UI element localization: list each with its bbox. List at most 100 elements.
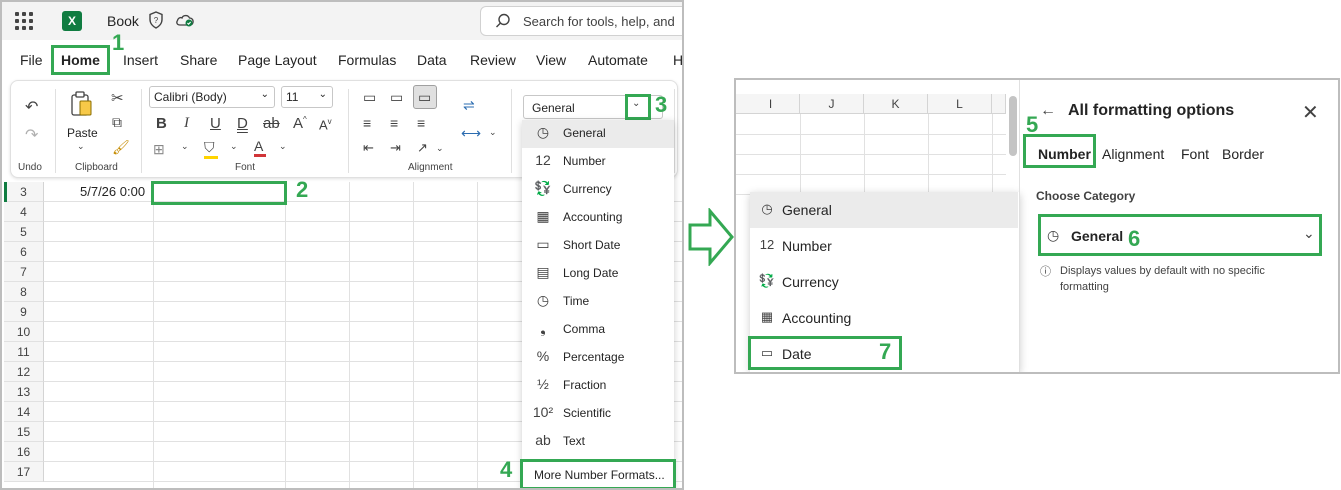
- menu-item-short-date[interactable]: ▭ Short Date: [522, 232, 674, 260]
- menu-item-long-date[interactable]: ▤ Long Date: [522, 260, 674, 288]
- align-center-icon[interactable]: ≡: [390, 115, 398, 131]
- highlight-cell-b3[interactable]: [151, 181, 287, 205]
- align-bottom-button[interactable]: ▭: [413, 85, 437, 109]
- row-header[interactable]: 3: [4, 182, 44, 202]
- fill-color-icon[interactable]: ⛉: [204, 139, 218, 159]
- chevron-down-icon[interactable]: ⌄: [489, 127, 497, 138]
- chevron-down-icon[interactable]: ⌄: [436, 143, 444, 154]
- tab-insert[interactable]: Insert: [123, 52, 158, 68]
- align-middle-icon[interactable]: ▭: [390, 89, 403, 106]
- vertical-scrollbar[interactable]: [1009, 96, 1017, 156]
- format-painter-icon[interactable]: 🖌: [112, 139, 130, 156]
- menu-item-currency[interactable]: 💱 Currency: [522, 176, 674, 204]
- category-item-general[interactable]: ◷ General: [750, 192, 1018, 228]
- menu-item-comma[interactable]: ❟ Comma: [522, 316, 674, 344]
- undo-icon[interactable]: ↶: [25, 97, 38, 117]
- row-header[interactable]: 12: [4, 362, 44, 382]
- chevron-down-icon[interactable]: ⌄: [230, 141, 238, 152]
- cut-icon[interactable]: ✂: [111, 89, 124, 107]
- font-color-icon[interactable]: A: [254, 138, 266, 157]
- menu-item-percentage[interactable]: % Percentage: [522, 344, 674, 372]
- menu-item-accounting[interactable]: ▦ Accounting: [522, 204, 674, 232]
- row-header[interactable]: 7: [4, 262, 44, 282]
- row-header[interactable]: 6: [4, 242, 44, 262]
- cloud-saved-icon[interactable]: [175, 12, 195, 28]
- chevron-down-icon[interactable]: ⌄: [181, 141, 189, 152]
- increase-font-icon[interactable]: A^: [293, 115, 307, 132]
- row-header[interactable]: 11: [4, 342, 44, 362]
- row-header[interactable]: 5: [4, 222, 44, 242]
- tab-page-layout[interactable]: Page Layout: [238, 52, 317, 68]
- align-top-icon[interactable]: ▭: [363, 89, 376, 106]
- col-header-l[interactable]: L: [928, 94, 992, 114]
- category-item-currency[interactable]: 💱 Currency: [750, 264, 1018, 300]
- number-format-value: General: [532, 101, 575, 115]
- shield-icon[interactable]: ?: [148, 11, 164, 29]
- tab-view[interactable]: View: [536, 52, 566, 68]
- app-launcher-icon[interactable]: [15, 12, 33, 30]
- row-header[interactable]: 9: [4, 302, 44, 322]
- italic-icon[interactable]: I: [184, 115, 189, 132]
- cell-a3[interactable]: 5/7/26 0:00: [80, 184, 145, 199]
- copy-icon[interactable]: ⧉: [112, 114, 122, 131]
- close-icon[interactable]: ✕: [1302, 100, 1319, 125]
- row-header[interactable]: 14: [4, 402, 44, 422]
- pane-tab-font[interactable]: Font: [1181, 146, 1209, 162]
- category-item-accounting[interactable]: ▦ Accounting: [750, 300, 1018, 336]
- merge-cells-icon[interactable]: ⟷: [461, 125, 481, 142]
- back-arrow-icon[interactable]: ←: [1040, 102, 1056, 120]
- decrease-indent-icon[interactable]: ⇤: [363, 140, 374, 156]
- align-right-icon[interactable]: ≡: [417, 115, 425, 131]
- highlight-number-tab: [1023, 134, 1096, 168]
- align-left-icon[interactable]: ≡: [363, 115, 371, 131]
- menu-item-label: Comma: [563, 322, 606, 336]
- row-header[interactable]: 13: [4, 382, 44, 402]
- wrap-text-icon[interactable]: ⇌: [463, 97, 475, 114]
- search-box[interactable]: Search for tools, help, and: [480, 6, 682, 36]
- row-header[interactable]: 17: [4, 462, 44, 482]
- tab-formulas[interactable]: Formulas: [338, 52, 396, 68]
- pane-tab-alignment[interactable]: Alignment: [1102, 146, 1164, 162]
- bold-icon[interactable]: B: [156, 115, 167, 132]
- tab-file[interactable]: File: [20, 52, 43, 68]
- menu-item-fraction[interactable]: ½ Fraction: [522, 372, 674, 400]
- paste-chevron-icon[interactable]: ⌄: [77, 141, 85, 152]
- row-header[interactable]: 15: [4, 422, 44, 442]
- paste-icon[interactable]: [69, 91, 93, 117]
- menu-item-general[interactable]: ◷ General: [522, 120, 674, 148]
- decrease-font-icon[interactable]: Av: [319, 117, 332, 132]
- col-header-j[interactable]: J: [800, 94, 864, 114]
- row-header[interactable]: 4: [4, 202, 44, 222]
- menu-item-text[interactable]: ab Text: [522, 428, 674, 456]
- col-header-i[interactable]: I: [742, 94, 800, 114]
- tab-automate[interactable]: Automate: [588, 52, 648, 68]
- menu-item-time[interactable]: ◷ Time: [522, 288, 674, 316]
- paste-button[interactable]: Paste: [67, 126, 98, 140]
- font-size-dropdown[interactable]: 11 ⌄: [281, 86, 333, 108]
- menu-item-scientific[interactable]: 10² Scientific: [522, 400, 674, 428]
- col-header-k[interactable]: K: [864, 94, 928, 114]
- tab-review[interactable]: Review: [470, 52, 516, 68]
- underline-icon[interactable]: U: [210, 115, 221, 132]
- row-header[interactable]: 8: [4, 282, 44, 302]
- increase-indent-icon[interactable]: ⇥: [390, 140, 401, 156]
- strikethrough-icon[interactable]: ab: [263, 115, 280, 132]
- redo-icon[interactable]: ↷: [25, 125, 38, 145]
- clock-123-icon: ◷: [1047, 227, 1060, 243]
- double-underline-icon[interactable]: D: [237, 115, 248, 132]
- next-step-arrow-icon: [688, 208, 734, 266]
- tab-help[interactable]: H: [673, 52, 682, 68]
- row-header[interactable]: 10: [4, 322, 44, 342]
- pane-tab-border[interactable]: Border: [1222, 146, 1264, 162]
- tab-share[interactable]: Share: [180, 52, 217, 68]
- font-name-dropdown[interactable]: Calibri (Body) ⌄: [149, 86, 275, 108]
- chevron-down-icon[interactable]: ⌄: [279, 141, 287, 152]
- category-dropdown[interactable]: ◷ General ⌄: [1038, 214, 1322, 256]
- tab-data[interactable]: Data: [417, 52, 447, 68]
- borders-icon[interactable]: ⊞: [153, 141, 165, 158]
- orientation-icon[interactable]: ↗: [417, 140, 428, 156]
- document-name[interactable]: Book: [107, 13, 139, 29]
- row-header[interactable]: 16: [4, 442, 44, 462]
- menu-item-number[interactable]: 12 Number: [522, 148, 674, 176]
- category-item-number[interactable]: 12 Number: [750, 228, 1018, 264]
